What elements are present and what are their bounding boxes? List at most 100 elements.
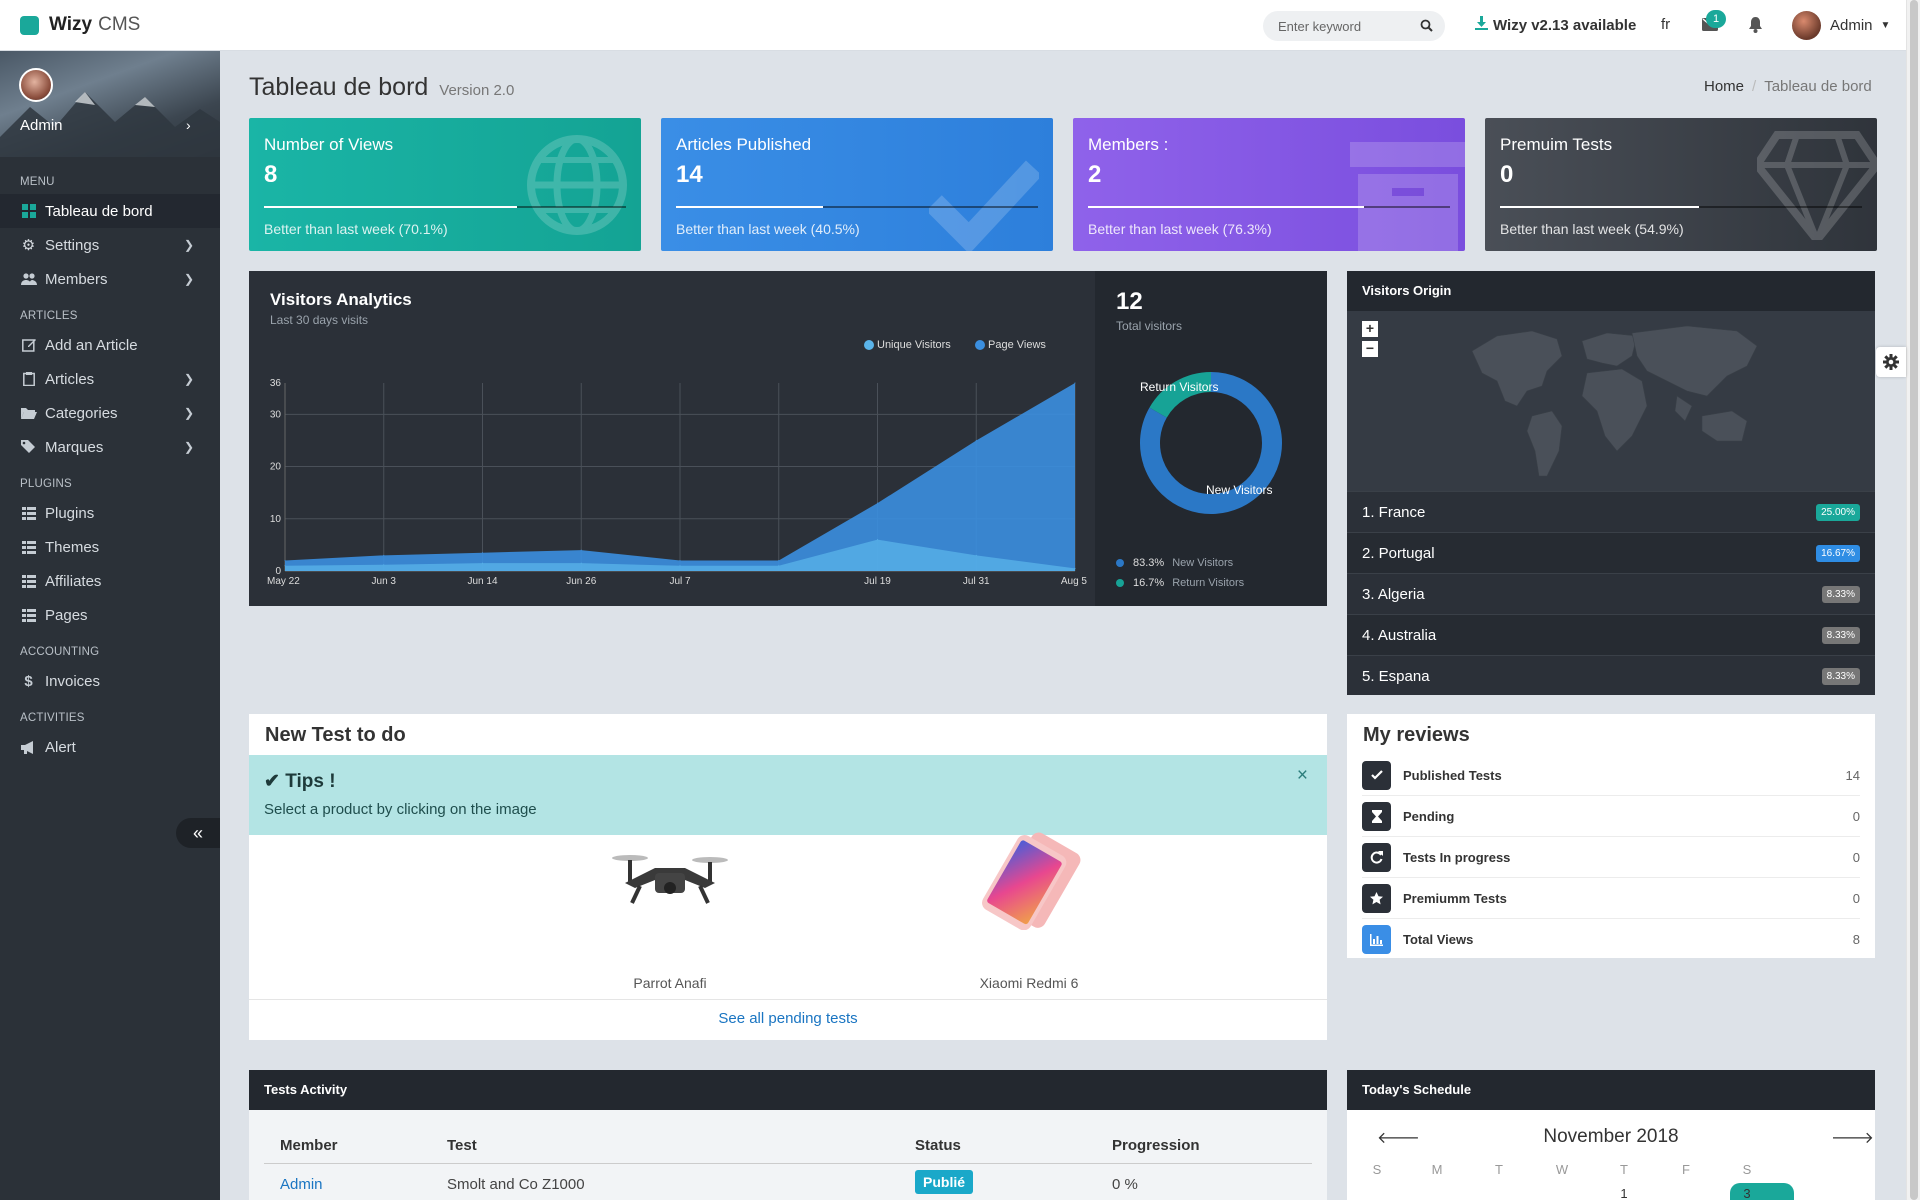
x-tick-label: Jul 19 (864, 576, 891, 587)
member-link[interactable]: Admin (280, 1176, 323, 1193)
language-selector[interactable]: fr (1661, 16, 1670, 33)
stat-value: 2 (1088, 161, 1102, 188)
review-label: Published Tests (1403, 767, 1502, 783)
review-row[interactable]: Premiumm Tests 0 (1362, 878, 1860, 919)
country-percent-badge: 16.67% (1816, 544, 1860, 562)
zoom-out-button[interactable]: − (1362, 341, 1378, 357)
page-title: Tableau de bord Version 2.0 (249, 73, 514, 102)
schedule-calendar: 🡐 November 2018 🡒 SMTWTFS 123 (1347, 1110, 1875, 1200)
column-header-progression[interactable]: Progression (1112, 1137, 1200, 1154)
sidebar-item-plugins[interactable]: Plugins (0, 496, 220, 530)
y-tick-label: 20 (270, 462, 282, 473)
review-label: Tests In progress (1403, 849, 1511, 865)
settings-gear-icon[interactable] (1876, 347, 1906, 377)
donut-legend-return: 16.7% Return Visitors (1116, 577, 1244, 589)
calendar-day[interactable]: 3 (1732, 1186, 1762, 1200)
world-map[interactable]: + − (1347, 311, 1875, 491)
y-tick-label: 30 (270, 409, 282, 420)
tips-title: ✔ Tips ! (264, 770, 336, 793)
x-tick-label: May 22 (267, 576, 300, 587)
sidebar-item-label: Categories (45, 404, 118, 422)
column-header-test[interactable]: Test (447, 1137, 477, 1154)
chevron-right-icon[interactable]: › (186, 117, 191, 133)
sidebar-item-add-article[interactable]: Add an Article (0, 328, 220, 362)
sidebar-item-articles[interactable]: Articles ❯ (0, 362, 220, 396)
sidebar-item-alert[interactable]: Alert (0, 730, 220, 764)
see-all-pending-tests-link[interactable]: See all pending tests (249, 999, 1327, 1035)
page-scrollbar[interactable] (1906, 0, 1920, 1200)
sidebar-item-dashboard[interactable]: Tableau de bord (0, 194, 220, 228)
brand-logo-icon (20, 15, 39, 35)
calendar-day[interactable]: 2 (1671, 1186, 1701, 1200)
review-row[interactable]: Pending 0 (1362, 796, 1860, 837)
sidebar-item-themes[interactable]: Themes (0, 530, 220, 564)
stat-value: 8 (264, 161, 278, 188)
column-header-status[interactable]: Status (915, 1137, 961, 1154)
data-point (877, 539, 878, 541)
data-point (1074, 382, 1076, 384)
sidebar-item-categories[interactable]: Categories ❯ (0, 396, 220, 430)
card-title: My reviews (1363, 724, 1470, 746)
close-alert-button[interactable]: × (1297, 765, 1308, 787)
zoom-in-button[interactable]: + (1362, 321, 1378, 337)
collapse-sidebar-button[interactable]: « (176, 818, 220, 848)
sidebar-item-affiliates[interactable]: Affiliates (0, 564, 220, 598)
sidebar-item-marques[interactable]: Marques ❯ (0, 430, 220, 464)
next-month-arrow-icon[interactable]: 🡒 (1831, 1127, 1874, 1148)
review-row[interactable]: Published Tests 14 (1362, 755, 1860, 796)
review-row[interactable]: Tests In progress 0 (1362, 837, 1860, 878)
refresh-icon (1362, 842, 1391, 872)
user-menu[interactable]: Admin ▼ (1792, 11, 1890, 40)
search-input[interactable] (1263, 11, 1403, 41)
country-row: 5. Espana 8.33% (1347, 655, 1875, 696)
stat-desc: Better than last week (76.3%) (1088, 221, 1272, 237)
breadcrumb-home[interactable]: Home (1704, 78, 1744, 95)
review-label: Premiumm Tests (1403, 890, 1507, 906)
grid-icon (20, 506, 37, 520)
sidebar-item-invoices[interactable]: $ Invoices (0, 664, 220, 698)
search-box (1263, 11, 1445, 41)
y-tick-label: 36 (270, 378, 282, 389)
search-icon[interactable] (1420, 19, 1433, 37)
progression-value: 0 % (1112, 1176, 1138, 1193)
update-available-link[interactable]: Wizy v2.13 available (1475, 16, 1636, 34)
phone-image (982, 832, 1081, 931)
sidebar-item-pages[interactable]: Pages (0, 598, 220, 632)
x-tick-label: Aug 5 (1061, 576, 1088, 587)
stat-card-views: Number of Views 8 Better than last week … (249, 118, 641, 251)
country-row: 2. Portugal 16.67% (1347, 532, 1875, 573)
check-icon (1362, 760, 1391, 790)
product-xiaomi-redmi-6[interactable]: Xiaomi Redmi 6 (969, 832, 1089, 991)
sidebar-item-label: Tableau de bord (45, 202, 153, 220)
weekday-label: M (1431, 1162, 1443, 1177)
clipboard-icon (20, 372, 37, 386)
notifications-bell-icon[interactable] (1748, 17, 1763, 33)
stat-progress (676, 206, 1038, 208)
legend-value: 16.7% (1133, 577, 1165, 589)
sidebar-item-label: Plugins (45, 504, 95, 522)
y-tick-label: 10 (270, 514, 282, 525)
sidebar-item-members[interactable]: Members ❯ (0, 262, 220, 296)
weekday-label: T (1495, 1162, 1503, 1177)
product-parrot-anafi[interactable]: Parrot Anafi (610, 838, 730, 991)
calendar-day[interactable]: 1 (1609, 1186, 1639, 1200)
card-title: New Test to do (265, 724, 406, 746)
tips-text: Select a product by clicking on the imag… (264, 801, 537, 818)
brand-logo[interactable]: Wizy CMS (20, 14, 140, 36)
visitors-area-chart[interactable]: 010203036May 22 Jun 3 Jun 14 Jun 26 Jul 7 Jul… (249, 271, 1095, 606)
stat-label: Articles Published (676, 135, 812, 154)
sidebar-item-label: Members (45, 270, 108, 288)
sidebar-profile[interactable]: Admin › (0, 51, 220, 157)
breadcrumb: Home / Tableau de bord (1704, 78, 1872, 95)
stat-progress (264, 206, 626, 208)
column-header-member[interactable]: Member (280, 1137, 338, 1154)
sidebar-item-settings[interactable]: ⚙ Settings ❯ (0, 228, 220, 262)
tests-activity-table: Member Test Status Progression Admin Smo… (249, 1110, 1327, 1200)
review-row[interactable]: Total Views 8 (1362, 919, 1860, 960)
messages-badge: 1 (1706, 10, 1726, 28)
legend-dot (1116, 579, 1124, 587)
country-row: 4. Australia 8.33% (1347, 614, 1875, 655)
visitors-donut-chart[interactable]: Return Visitors New Visitors (1095, 271, 1327, 606)
weekday-label: S (1742, 1162, 1752, 1177)
data-point (1074, 567, 1076, 569)
